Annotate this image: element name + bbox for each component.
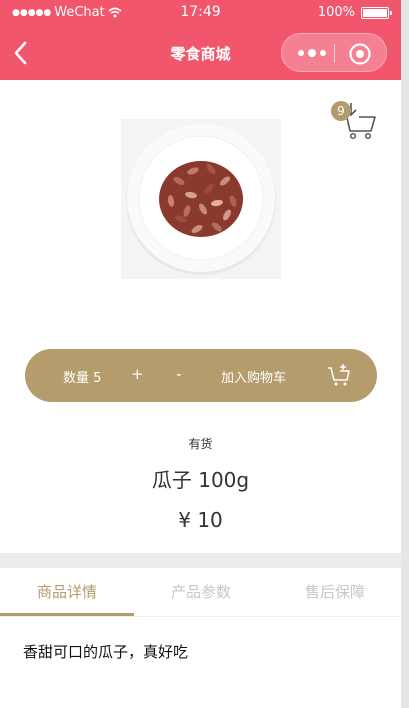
- mini-program-capsule: [281, 33, 387, 72]
- active-tab-indicator: [0, 613, 134, 616]
- tab-product-specs[interactable]: 产品参数: [134, 568, 268, 617]
- tab-after-sales[interactable]: 售后保障: [268, 568, 402, 617]
- purchase-action-bar: 数量 5 + - 加入购物车: [25, 349, 377, 402]
- increase-quantity-button[interactable]: +: [131, 365, 144, 383]
- close-mini-program-icon[interactable]: [348, 42, 372, 66]
- status-bar: ●●●●● WeChat 17:49 100%: [0, 0, 401, 26]
- decrease-quantity-button[interactable]: -: [173, 365, 185, 383]
- battery-group: 100%: [317, 5, 392, 20]
- cart-count-badge: 9: [331, 101, 351, 121]
- sunflower-seeds-icon: [159, 161, 243, 237]
- capsule-divider: [334, 44, 335, 63]
- add-to-cart-button[interactable]: 加入购物车: [221, 367, 286, 386]
- product-image: [121, 119, 281, 279]
- product-price: ¥ 10: [178, 508, 223, 532]
- quantity-label: 数量 5: [63, 371, 102, 386]
- scrollbar[interactable]: [401, 0, 409, 708]
- tab-product-details[interactable]: 商品详情: [0, 568, 134, 617]
- section-divider: [0, 553, 401, 568]
- product-name: 瓜子 100g: [151, 468, 250, 492]
- battery-percent: 100%: [317, 5, 355, 20]
- stock-status: 有货: [188, 437, 213, 451]
- battery-icon: [361, 6, 392, 19]
- more-options-icon[interactable]: [296, 42, 328, 64]
- navigation-bar: 零食商城: [0, 26, 401, 80]
- detail-tabs: 商品详情 产品参数 售后保障: [0, 568, 401, 617]
- product-description: 香甜可口的瓜子，真好吃: [23, 643, 189, 661]
- add-to-cart-icon[interactable]: [327, 363, 351, 387]
- top-bar: ●●●●● WeChat 17:49 100% 零食商城: [0, 0, 401, 80]
